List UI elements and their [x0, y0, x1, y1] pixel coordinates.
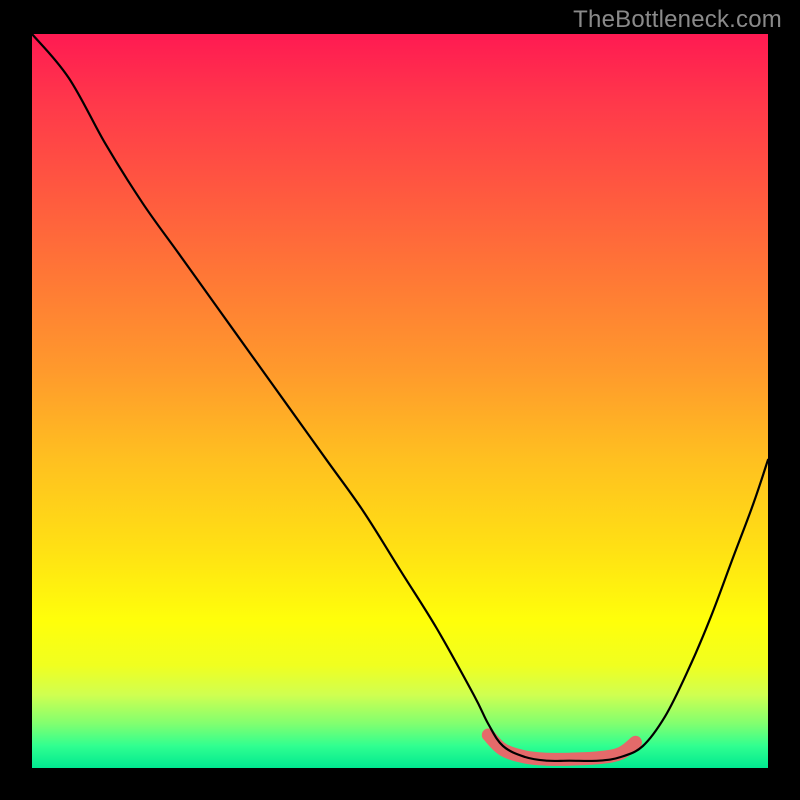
optimal-range-highlight	[488, 735, 635, 759]
bottleneck-curve-line	[32, 34, 768, 761]
watermark-text: TheBottleneck.com	[573, 6, 782, 34]
plot-area	[32, 34, 768, 768]
chart-frame: TheBottleneck.com	[0, 0, 800, 800]
curve-svg	[32, 34, 768, 768]
